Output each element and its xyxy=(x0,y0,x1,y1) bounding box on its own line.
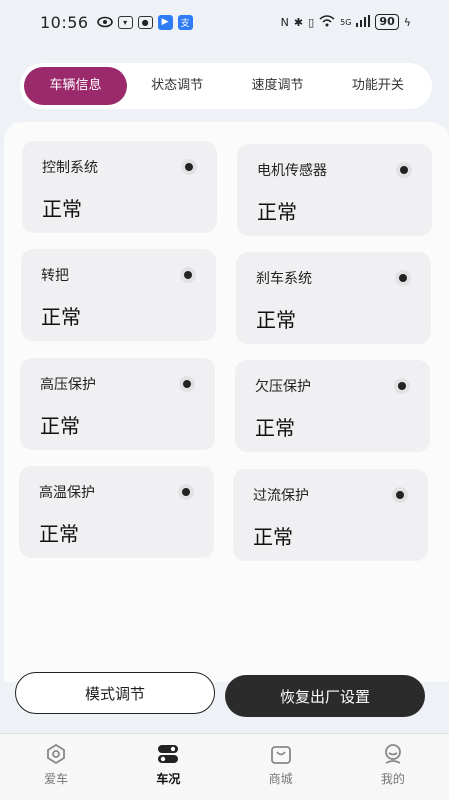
status-card-overcurrent-protection: 过流保护 正常 xyxy=(233,469,428,561)
tab-vehicle-info[interactable]: 车辆信息 xyxy=(24,67,127,105)
alipay-notification-icon: 支 xyxy=(177,14,193,30)
mode-adjust-button[interactable]: 模式调节 xyxy=(15,672,215,714)
card-value: 正常 xyxy=(256,308,296,332)
nav-item-shop[interactable]: 商城 xyxy=(225,734,337,800)
card-title: 欠压保护 xyxy=(255,379,311,395)
status-card-brake-system: 刹车系统 正常 xyxy=(236,252,431,344)
card-title: 高压保护 xyxy=(40,377,96,393)
camera-notification-icon: ● xyxy=(137,15,153,29)
navigation-notification-icon: ▶ xyxy=(157,14,173,30)
card-title: 电机传感器 xyxy=(257,163,327,179)
shopping-bag-icon xyxy=(270,746,291,764)
tab-function-switch[interactable]: 功能开关 xyxy=(328,67,428,105)
system-icons: N ✱ ▯ 5G 90 ϟ xyxy=(281,14,411,30)
card-title: 过流保护 xyxy=(253,488,309,504)
status-bar: 10:56 ▾ ● ▶ 支 N ✱ ▯ 5G 90 ϟ xyxy=(0,0,449,44)
signal-icon xyxy=(356,14,371,30)
card-title: 转把 xyxy=(41,268,69,284)
bluetooth-icon: ✱ xyxy=(293,15,304,29)
status-dot-icon xyxy=(181,159,197,175)
status-card-motor-sensor: 电机传感器 正常 xyxy=(237,144,432,236)
nav-item-car-status[interactable]: 车况 xyxy=(112,734,224,800)
nav-item-my-car[interactable]: 爱车 xyxy=(0,734,112,800)
factory-reset-button[interactable]: 恢复出厂设置 xyxy=(225,675,425,717)
eye-notification-icon xyxy=(96,14,113,30)
status-card-control-system: 控制系统 正常 xyxy=(22,141,217,233)
card-value: 正常 xyxy=(257,200,297,224)
status-dot-icon xyxy=(179,376,195,392)
card-title: 高温保护 xyxy=(39,485,95,501)
card-value: 正常 xyxy=(253,525,293,549)
status-time: 10:56 xyxy=(40,12,89,32)
profile-icon xyxy=(384,744,401,764)
status-card-overheat-protection: 高温保护 正常 xyxy=(19,466,214,558)
status-dot-icon xyxy=(396,162,412,178)
nfc-icon: N xyxy=(280,15,289,29)
card-value: 正常 xyxy=(42,197,82,221)
nav-label: 我的 xyxy=(380,772,405,786)
app-notification-icon: ▾ xyxy=(117,15,133,29)
vibrate-icon: ▯ xyxy=(308,15,315,29)
tab-speed-adjust[interactable]: 速度调节 xyxy=(227,67,327,105)
toggle-icon xyxy=(158,745,179,763)
card-value: 正常 xyxy=(39,522,79,546)
wifi-icon xyxy=(319,14,335,30)
card-value: 正常 xyxy=(255,416,295,440)
card-title: 控制系统 xyxy=(42,160,98,176)
card-value: 正常 xyxy=(40,414,80,438)
status-dot-icon xyxy=(180,267,196,283)
tab-bar: 车辆信息 状态调节 速度调节 功能开关 xyxy=(20,63,432,109)
status-dot-icon xyxy=(395,270,411,286)
battery-indicator: 90 xyxy=(375,14,399,30)
status-card-throttle: 转把 正常 xyxy=(21,249,216,341)
notification-icons: ▾ ● ▶ 支 xyxy=(96,14,193,30)
card-value: 正常 xyxy=(41,305,81,329)
nav-label: 商城 xyxy=(268,772,293,786)
card-title: 刹车系统 xyxy=(256,271,312,287)
status-panel: 控制系统 正常 电机传感器 正常 转把 正常 刹车系统 正常 高压保护 正常 欠… xyxy=(4,122,449,682)
status-dot-icon xyxy=(178,484,194,500)
nav-label: 车况 xyxy=(156,772,181,786)
network-type: 5G xyxy=(340,17,352,27)
bottom-nav: 爱车 车况 商城 我的 xyxy=(0,733,449,800)
eye-icon xyxy=(47,744,66,764)
charging-icon: ϟ xyxy=(403,15,411,29)
tab-status-adjust[interactable]: 状态调节 xyxy=(127,67,227,105)
nav-label: 爱车 xyxy=(44,772,69,786)
status-card-undervoltage-protection: 欠压保护 正常 xyxy=(235,360,430,452)
status-card-overvoltage-protection: 高压保护 正常 xyxy=(20,358,215,450)
nav-item-profile[interactable]: 我的 xyxy=(337,734,449,800)
status-dot-icon xyxy=(392,487,408,503)
status-dot-icon xyxy=(394,378,410,394)
